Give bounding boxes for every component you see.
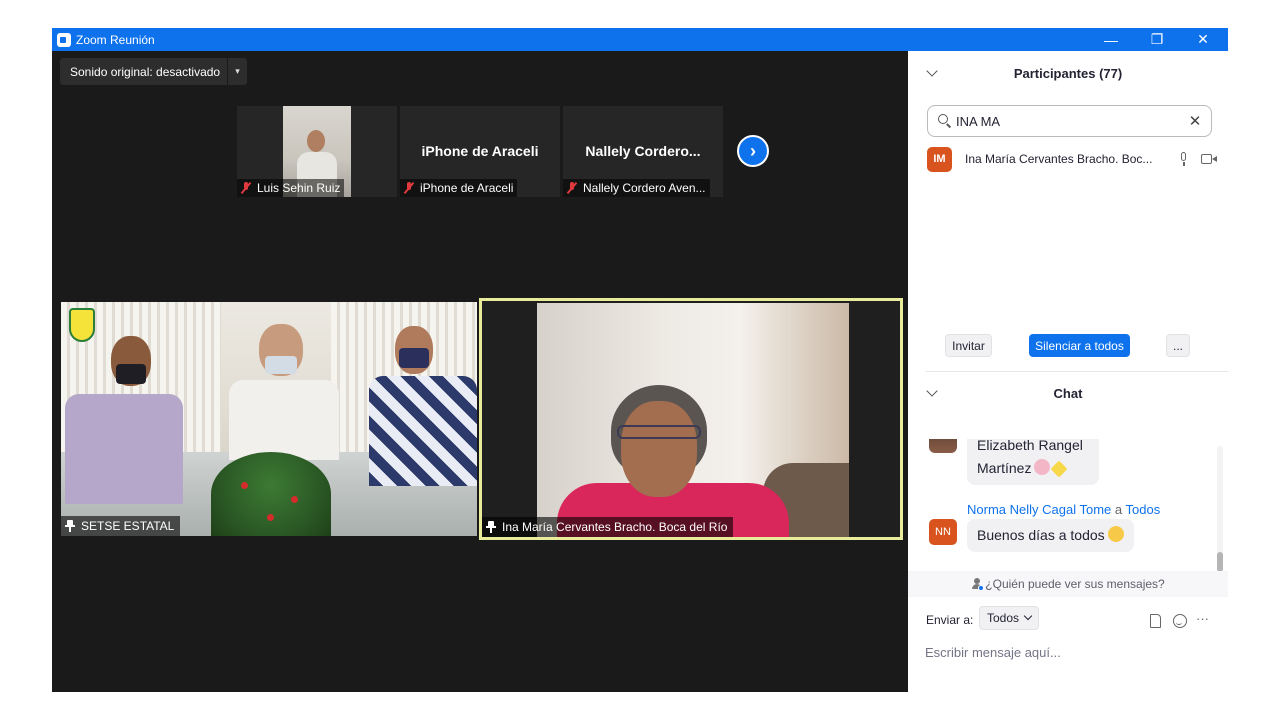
original-sound-dropdown[interactable]: ▾ — [227, 58, 247, 85]
search-icon — [938, 114, 952, 128]
minimize-button[interactable]: — — [1088, 28, 1134, 51]
tile-label: Ina María Cervantes Bracho. Boca del Río — [482, 517, 734, 537]
microphone-icon — [1177, 152, 1189, 166]
send-to-dropdown[interactable]: Todos — [979, 606, 1040, 630]
woman-gesturing-emoji-icon — [1034, 459, 1051, 475]
chat-messages[interactable]: Elizabeth Rangel Martínez Norma Nelly Ca… — [908, 439, 1228, 569]
setse-logo — [69, 308, 95, 342]
mute-all-button[interactable]: Silenciar a todos — [1029, 334, 1130, 357]
chat-to-word: a — [1114, 502, 1123, 517]
hugging-face-emoji-icon — [1107, 526, 1124, 542]
invite-button[interactable]: Invitar — [945, 334, 992, 357]
chat-sender-line: Norma Nelly Cagal Tome a Todos — [967, 502, 1160, 517]
video-tile-active-speaker[interactable]: Ina María Cervantes Bracho. Boca del Río — [479, 298, 903, 540]
mic-muted-icon — [403, 181, 415, 195]
chat-compose-input[interactable] — [925, 641, 1215, 663]
participant-search-input[interactable]: INA MA ✕ — [927, 105, 1212, 137]
send-to-label: Enviar a: — [926, 613, 974, 627]
mic-muted-icon — [566, 181, 578, 195]
participant-name: Nallely Cordero Aven... — [583, 181, 706, 195]
thumbnail-label: Nallely Cordero Aven... — [563, 179, 710, 197]
more-icon[interactable]: ··· — [1196, 611, 1209, 626]
video-area: Sonido original: desactivado ▾ Luis Sehi… — [52, 51, 908, 692]
chat-scrollbar-thumb[interactable] — [1217, 552, 1223, 572]
chat-sender: Norma Nelly Cagal Tome — [967, 502, 1112, 517]
participant-name-placeholder: Nallely Cordero... — [585, 143, 701, 159]
collapse-chevron-icon[interactable] — [926, 385, 938, 397]
who-can-see-label: ¿Quién puede ver sus mensajes? — [985, 577, 1165, 591]
avatar: NN — [929, 519, 957, 545]
chat-header: Chat — [908, 381, 1228, 405]
divider — [926, 371, 1228, 372]
participant-name: SETSE ESTATAL — [81, 519, 175, 533]
close-button[interactable]: ✕ — [1180, 28, 1226, 51]
pin-icon — [486, 521, 496, 533]
thumbnail-video[interactable]: Nallely Cordero... Nallely Cordero Aven.… — [563, 106, 723, 197]
side-panel: Participantes (77) INA MA ✕ IM Ina María… — [908, 51, 1228, 692]
original-sound-button[interactable]: Sonido original: desactivado ▾ — [60, 58, 247, 85]
people-icon — [971, 578, 985, 591]
window-title: Zoom Reunión — [76, 32, 155, 47]
participant-name: Ina María Cervantes Bracho. Boc... — [965, 152, 1153, 166]
video-tile-setse[interactable]: SETSE ESTATAL — [61, 302, 477, 536]
zoom-logo-icon — [57, 32, 71, 47]
thumbnail-video[interactable]: Luis Sehin Ruiz — [237, 106, 397, 197]
participant-video-feed — [537, 303, 849, 537]
chat-bubble: Buenos días a todos — [967, 519, 1134, 552]
chat-message-text: Buenos días a todos — [977, 527, 1105, 543]
who-can-see-messages-link[interactable]: ¿Quién puede ver sus mensajes? — [908, 571, 1228, 597]
pin-icon — [65, 520, 75, 532]
chat-bubble: Elizabeth Rangel Martínez — [967, 439, 1099, 485]
original-sound-label: Sonido original: desactivado — [70, 64, 221, 79]
zoom-meeting-window: Zoom Reunión — ❐ ✕ Sonido original: desa… — [52, 28, 1228, 692]
chat-recipient: Todos — [1125, 502, 1161, 517]
thumbnail-label: Luis Sehin Ruiz — [237, 179, 345, 197]
chevron-down-icon — [1023, 611, 1033, 621]
clear-search-icon[interactable]: ✕ — [1185, 112, 1205, 130]
file-icon[interactable] — [1150, 614, 1161, 628]
emoji-icon[interactable] — [1173, 614, 1187, 628]
participant-name: Luis Sehin Ruiz — [257, 181, 341, 195]
participants-header: Participantes (77) — [908, 61, 1228, 85]
participants-title: Participantes (77) — [1013, 65, 1123, 81]
mic-muted-icon — [240, 181, 252, 195]
restore-button[interactable]: ❐ — [1134, 28, 1180, 51]
more-options-button[interactable]: ... — [1166, 334, 1190, 357]
christmas-tree — [211, 452, 331, 536]
sparkles-emoji-icon — [1050, 460, 1068, 478]
avatar — [929, 439, 957, 453]
participant-row[interactable]: IM Ina María Cervantes Bracho. Boc... — [927, 146, 1217, 172]
chat-title: Chat — [1053, 385, 1083, 401]
chat-message-line: Elizabeth Rangel — [977, 439, 1083, 453]
camera-icon — [1201, 153, 1217, 165]
send-to-value: Todos — [987, 611, 1020, 625]
tile-label: SETSE ESTATAL — [61, 516, 181, 536]
title-bar: Zoom Reunión — ❐ ✕ — [52, 28, 1228, 51]
next-page-arrow-icon[interactable]: › — [737, 135, 769, 167]
chat-message-line: Martínez — [977, 460, 1032, 476]
search-value: INA MA — [956, 113, 1001, 129]
collapse-chevron-icon[interactable] — [926, 65, 938, 77]
participant-name: Ina María Cervantes Bracho. Boca del Río — [502, 520, 728, 534]
participant-name: iPhone de Araceli — [420, 181, 514, 195]
participant-name-placeholder: iPhone de Araceli — [421, 143, 539, 159]
thumbnail-video[interactable]: iPhone de Araceli iPhone de Araceli — [400, 106, 560, 197]
thumbnail-label: iPhone de Araceli — [400, 179, 518, 197]
avatar: IM — [927, 146, 952, 172]
